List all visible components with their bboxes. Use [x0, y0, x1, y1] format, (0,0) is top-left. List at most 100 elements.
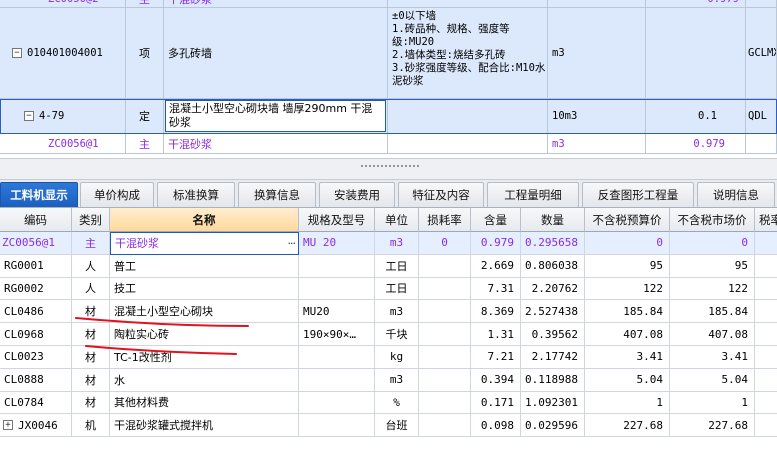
cell-spec[interactable]: MU20: [299, 300, 375, 324]
header-budget-price[interactable]: 不含税预算价: [585, 208, 670, 232]
cell-loss-rate[interactable]: [419, 254, 471, 278]
cell-content[interactable]: 7.21: [471, 346, 521, 369]
table-row[interactable]: CL0023 材 TC-1改性剂 kg 7.21 2.17742 3.41 3.41: [0, 346, 777, 369]
cell-content[interactable]: 0.098: [471, 414, 521, 438]
cell-budget-price[interactable]: 227.68: [585, 414, 670, 438]
cell-spec[interactable]: [299, 277, 375, 301]
cell-name[interactable]: 水: [110, 368, 299, 392]
table-row[interactable]: RG0001 人 普工 工日 2.669 0.806038 95 95: [0, 254, 777, 278]
cell-content[interactable]: 0.979: [471, 232, 521, 255]
table-row[interactable]: CL0486 材 混凝土小型空心砌块 MU20 m3 8.369 2.527438 185.8…: [0, 300, 777, 324]
header-category[interactable]: 类别: [72, 208, 110, 232]
pane-splitter[interactable]: [0, 158, 777, 180]
cell-name[interactable]: 干混砂浆罐式搅拌机: [110, 414, 299, 438]
collapse-minus-icon[interactable]: −: [12, 48, 22, 58]
row-name-cell[interactable]: 混凝土小型空心砌块墙 墙厚290mm 干混砂浆: [164, 99, 388, 134]
tree-row-material[interactable]: ZC0056@1 主 干混砂浆 m3 0.979: [0, 134, 777, 154]
cell-market-price[interactable]: 0: [670, 232, 755, 255]
cell-spec-text: MU20: [303, 304, 330, 318]
cell-spec[interactable]: [299, 254, 375, 278]
cell-spec[interactable]: [299, 368, 375, 392]
cell-budget-price[interactable]: 1: [585, 391, 670, 415]
cell-spec[interactable]: [299, 346, 375, 369]
table-row[interactable]: CL0784 材 其他材料费% 0.171 1.092301 1 1: [0, 391, 777, 415]
tab-description-info[interactable]: 说明信息: [697, 182, 775, 207]
cell-budget-price[interactable]: 3.41: [585, 346, 670, 369]
cell-budget-price[interactable]: 407.08: [585, 323, 670, 346]
tab-standard-conversion[interactable]: 标准换算: [157, 182, 235, 207]
cell-name[interactable]: 技工: [110, 277, 299, 301]
tab-install-cost[interactable]: 安装费用: [319, 182, 395, 207]
header-market-price[interactable]: 不含税市场价: [670, 208, 755, 232]
tab-labor-material-machine[interactable]: 工料机显示: [0, 182, 78, 207]
table-row[interactable]: CL0968 材 陶粒实心砖 190×90×… 千块 1.31 0.39562 407.08 4…: [0, 323, 777, 346]
cell-content[interactable]: 1.31: [471, 323, 521, 346]
table-row[interactable]: ZC0056@1 主 干混砂浆 ··· MU 20 m3 0 0.979 0.295658 0 0: [0, 232, 777, 255]
cell-spec[interactable]: [299, 414, 375, 438]
table-row[interactable]: CL0888 材 水 m3 0.394 0.118988 5.04 5.04: [0, 368, 777, 392]
ellipsis-icon[interactable]: ···: [288, 237, 296, 250]
cell-budget-price[interactable]: 0: [585, 232, 670, 255]
cell-market-price[interactable]: 227.68: [670, 414, 755, 438]
cell-market-price[interactable]: 1: [670, 391, 755, 415]
header-spec[interactable]: 规格及型号: [299, 208, 375, 232]
cell-content[interactable]: 7.31: [471, 277, 521, 301]
cell-loss-rate[interactable]: [419, 346, 471, 369]
cell-budget-price[interactable]: 95: [585, 254, 670, 278]
tab-conversion-info[interactable]: 换算信息: [238, 182, 316, 207]
cell-content[interactable]: 0.394: [471, 368, 521, 392]
cell-name[interactable]: 陶粒实心砖: [110, 323, 299, 346]
cell-market-price[interactable]: 5.04: [670, 368, 755, 392]
cell-loss-rate[interactable]: [419, 368, 471, 392]
tree-row-quota[interactable]: − 4-79 定 混凝土小型空心砌块墙 墙厚290mm 干混砂浆 10m3 0.…: [0, 99, 777, 134]
cell-market-price[interactable]: 3.41: [670, 346, 755, 369]
header-unit[interactable]: 单位: [375, 208, 419, 232]
tab-features-content[interactable]: 特征及内容: [398, 182, 484, 207]
header-name[interactable]: 名称: [110, 208, 299, 232]
cell-name[interactable]: TC-1改性剂: [110, 346, 299, 369]
cell-loss-rate[interactable]: [419, 323, 471, 346]
cell-name[interactable]: 普工: [110, 254, 299, 278]
cell-market-price[interactable]: 122: [670, 277, 755, 301]
collapse-minus-icon[interactable]: −: [24, 111, 34, 121]
cell-name[interactable]: 混凝土小型空心砌块: [110, 300, 299, 324]
cell-content[interactable]: 0.171: [471, 391, 521, 415]
header-loss-rate[interactable]: 损耗率: [419, 208, 471, 232]
cell-spec[interactable]: MU 20: [299, 232, 375, 255]
cell-unit: 工日: [375, 277, 419, 301]
expand-plus-icon[interactable]: +: [3, 420, 13, 431]
cell-unit-text: m3: [389, 236, 404, 250]
cell-loss-rate[interactable]: [419, 414, 471, 438]
cell-spec[interactable]: [299, 391, 375, 415]
tab-quantity-details[interactable]: 工程量明细: [487, 182, 579, 207]
header-code[interactable]: 编码: [0, 208, 72, 232]
cell-budget-price[interactable]: 5.04: [585, 368, 670, 392]
cell-market-price[interactable]: 185.84: [670, 300, 755, 324]
cell-spec[interactable]: 190×90×…: [299, 323, 375, 346]
cell-quantity: 0.39562: [521, 323, 585, 346]
cell-name[interactable]: 干混砂浆 ···: [110, 232, 299, 255]
cell-market-price[interactable]: 95: [670, 254, 755, 278]
cell-budget-price[interactable]: 185.84: [585, 300, 670, 324]
cell-content[interactable]: 8.369: [471, 300, 521, 324]
header-content[interactable]: 含量: [471, 208, 521, 232]
cell-market-price[interactable]: 407.08: [670, 323, 755, 346]
cell-loss-rate[interactable]: [419, 391, 471, 415]
cell-loss-rate[interactable]: [419, 300, 471, 324]
tab-reverse-graphic-quantity[interactable]: 反查图形工程量: [582, 182, 694, 207]
cell-content[interactable]: 2.669: [471, 254, 521, 278]
table-row[interactable]: RG0002 人 技工 工日 7.31 2.20762 122 122: [0, 277, 777, 301]
tab-unit-price[interactable]: 单价构成: [80, 182, 154, 207]
cell-loss-rate[interactable]: [419, 277, 471, 301]
header-tax-rate[interactable]: 税率: [755, 208, 777, 232]
cell-code-text: ZC0056@1: [2, 236, 55, 250]
tree-row-item[interactable]: − 010401004001 项 多孔砖墙 ±0以下墙 1.砖品种、规格、强度等…: [0, 8, 777, 99]
tree-row-partial[interactable]: ZC0050@2 主 干混砂浆 0.979: [0, 0, 777, 8]
cell-unit: 台班: [375, 414, 419, 438]
cell-budget-price[interactable]: 122: [585, 277, 670, 301]
cell-name[interactable]: 其他材料费: [110, 391, 299, 415]
table-row[interactable]: + JX0046 机 干混砂浆罐式搅拌机 台班 0.098 0.029596 227.68 22…: [0, 414, 777, 438]
cell-loss-rate[interactable]: 0: [419, 232, 471, 255]
header-quantity[interactable]: 数量: [521, 208, 585, 232]
row-name-editor[interactable]: 混凝土小型空心砌块墙 墙厚290mm 干混砂浆: [165, 100, 386, 132]
